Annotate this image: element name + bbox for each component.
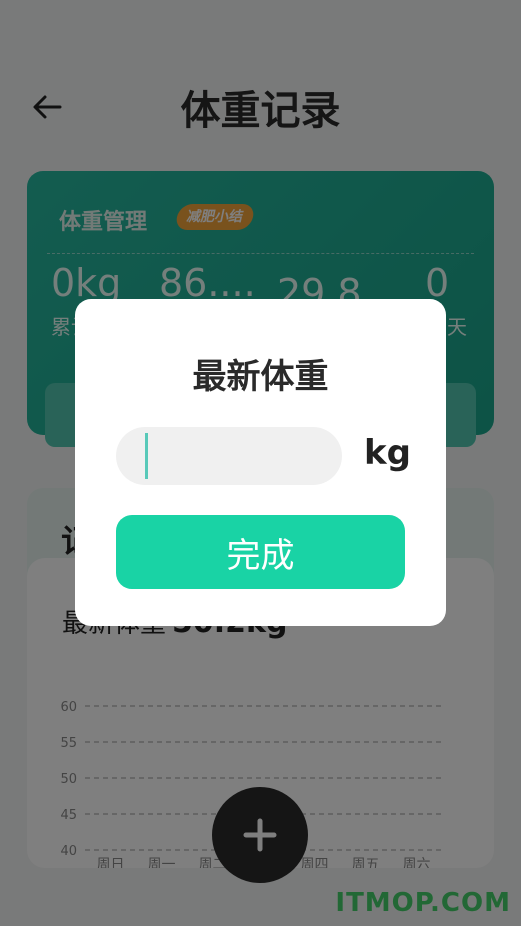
done-button[interactable]: 完成 xyxy=(116,515,405,589)
weight-input[interactable] xyxy=(116,427,342,485)
weight-input-field[interactable] xyxy=(116,427,342,485)
text-caret xyxy=(145,433,148,479)
dialog-title: 最新体重 xyxy=(192,357,329,397)
weight-dialog: 最新体重 kg 完成 xyxy=(75,299,446,626)
unit-label: kg xyxy=(364,433,411,473)
